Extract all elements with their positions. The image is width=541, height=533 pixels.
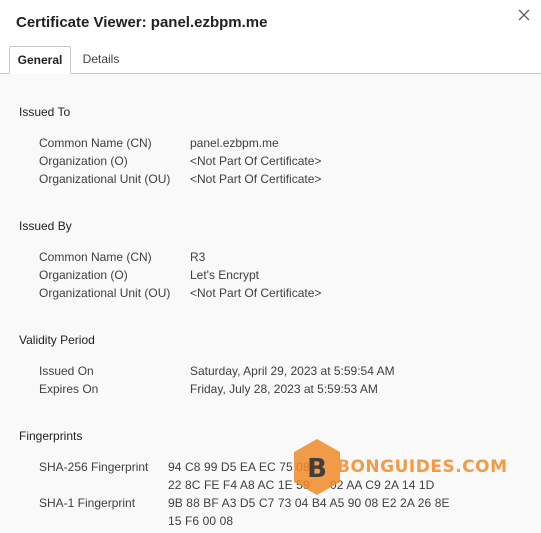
issued-by-ou-value: <Not Part Of Certificate> <box>190 286 322 300</box>
sha1-value-line1: 9B 88 BF A3 D5 C7 73 04 B4 A5 90 08 E2 2… <box>168 496 450 510</box>
sha256-value-line1: 94 C8 99 D5 EA EC 75 08 <box>168 460 310 474</box>
tab-details[interactable]: Details <box>78 46 124 72</box>
issued-by-o-value: Let's Encrypt <box>190 268 259 282</box>
tab-bar: General Details <box>0 44 541 74</box>
close-icon[interactable] <box>515 6 533 24</box>
section-validity-heading: Validity Period <box>19 333 95 347</box>
issued-by-ou-label: Organizational Unit (OU) <box>39 286 171 300</box>
section-issued-to-heading: Issued To <box>19 105 71 119</box>
sha256-value-line2: 22 8C FE F4 A8 AC 1E 59 <box>168 478 310 492</box>
svg-text:B: B <box>307 454 327 484</box>
watermark-logo-icon: B <box>294 439 340 495</box>
section-issued-by-heading: Issued By <box>19 219 72 233</box>
sha256-label: SHA-256 Fingerprint <box>39 460 149 474</box>
title-bar: Certificate Viewer: panel.ezbpm.me <box>0 0 541 44</box>
issued-on-label: Issued On <box>39 364 94 378</box>
section-fingerprints-heading: Fingerprints <box>19 429 83 443</box>
issued-by-o-label: Organization (O) <box>39 268 128 282</box>
tab-general[interactable]: General <box>9 46 71 74</box>
watermark-text: BONGUIDES.COM <box>337 457 508 477</box>
issued-to-cn-label: Common Name (CN) <box>39 136 152 150</box>
issued-to-o-label: Organization (O) <box>39 154 128 168</box>
expires-on-value: Friday, July 28, 2023 at 5:59:53 AM <box>190 382 378 396</box>
issued-to-o-value: <Not Part Of Certificate> <box>190 154 322 168</box>
window-title: Certificate Viewer: panel.ezbpm.me <box>16 14 268 31</box>
issued-by-cn-label: Common Name (CN) <box>39 250 152 264</box>
expires-on-label: Expires On <box>39 382 99 396</box>
issued-to-ou-label: Organizational Unit (OU) <box>39 172 171 186</box>
watermark: B BONGUIDES.COM <box>291 437 507 497</box>
issued-to-cn-value: panel.ezbpm.me <box>190 136 279 150</box>
issued-to-ou-value: <Not Part Of Certificate> <box>190 172 322 186</box>
issued-by-cn-value: R3 <box>190 250 206 264</box>
issued-on-value: Saturday, April 29, 2023 at 5:59:54 AM <box>190 364 395 378</box>
sha1-value-line2: 15 F6 00 08 <box>168 514 234 528</box>
sha1-label: SHA-1 Fingerprint <box>39 496 136 510</box>
